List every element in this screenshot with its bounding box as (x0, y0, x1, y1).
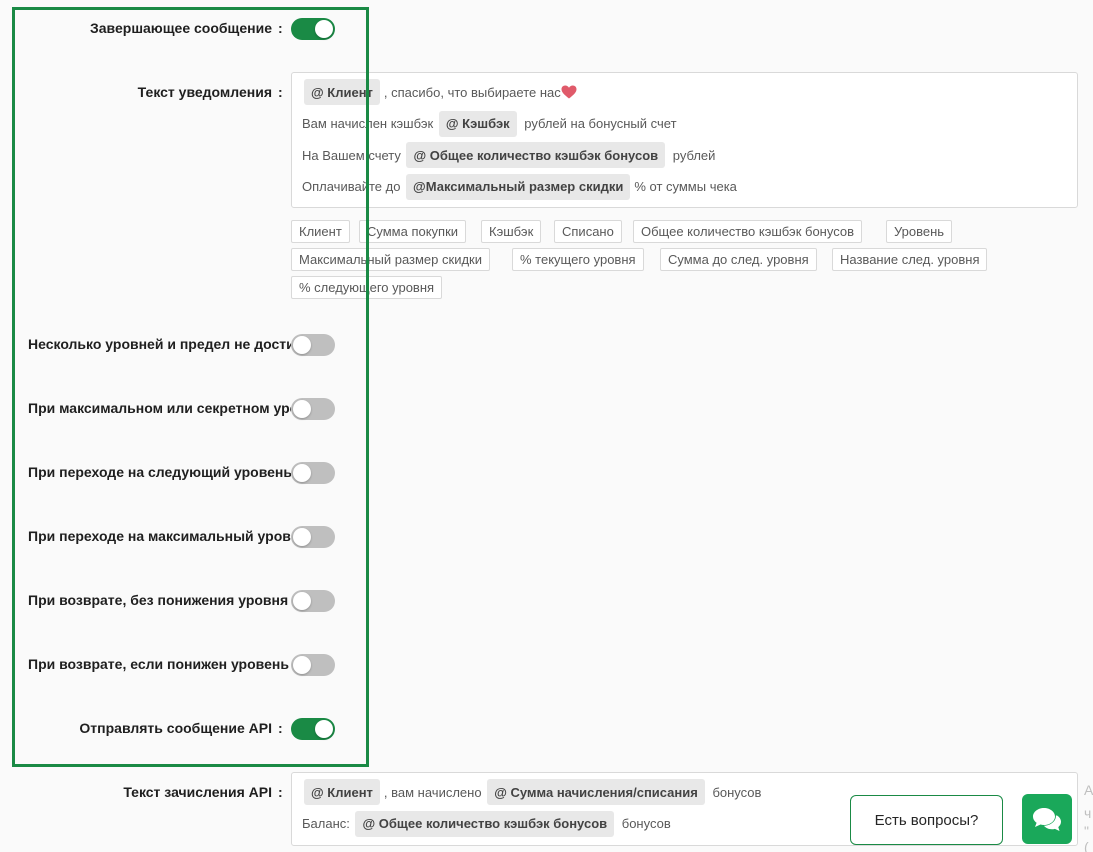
colon: : (278, 20, 283, 36)
send-api-switch[interactable] (291, 718, 335, 740)
event-toggle-switch[interactable] (291, 654, 335, 676)
switch-knob (315, 20, 333, 38)
editor-text: , спасибо, что выбираете нас (383, 84, 561, 100)
event-toggle-switch[interactable] (291, 526, 335, 548)
switch-knob (293, 400, 311, 418)
colon: : (278, 720, 283, 736)
editor-line: Баланс: @ Общее количество кэшбэк бонусо… (302, 810, 671, 837)
editor-text: % от суммы чека (634, 179, 737, 194)
variable-chip[interactable]: @ Клиент (304, 79, 380, 105)
variable-tag-button[interactable]: Общее количество кэшбэк бонусов (633, 220, 862, 243)
event-toggle-switch[interactable] (291, 590, 335, 612)
switch-knob (293, 656, 311, 674)
switch-knob (293, 528, 311, 546)
editor-line: Вам начислен кэшбэк @ Кэшбэк рублей на б… (302, 110, 677, 137)
editor-text: Оплачивайте до (302, 179, 405, 194)
variable-tag-button[interactable]: Максимальный размер скидки (291, 248, 490, 271)
variable-tag-button[interactable]: Сумма покупки (359, 220, 467, 243)
event-toggle-label: При возврате, если понижен уровень (28, 656, 289, 672)
edge-text: "( (1084, 823, 1089, 852)
editor-text: рублей на бонусный счет (520, 116, 677, 131)
edge-text: А (1084, 782, 1093, 798)
variable-tag-button[interactable]: Название след. уровня (832, 248, 988, 271)
editor-line: На Вашем счету @ Общее количество кэшбэк… (302, 142, 715, 168)
editor-text: бонусов (618, 816, 671, 831)
chat-button[interactable] (1022, 794, 1072, 844)
notification-text-label: Текст уведомления (137, 84, 272, 100)
event-toggle-switch[interactable] (291, 462, 335, 484)
editor-line: Оплачивайте до @Максимальный размер скид… (302, 173, 737, 200)
switch-knob (315, 720, 333, 738)
variable-chip[interactable]: @ Кэшбэк (438, 110, 517, 137)
final-message-label: Завершающее сообщение (90, 20, 272, 36)
chat-icon (1033, 808, 1061, 831)
edge-text: ч (1084, 805, 1092, 821)
switch-knob (293, 336, 311, 354)
colon: : (278, 84, 283, 100)
variable-chip[interactable]: @ Общее количество кэшбэк бонусов (355, 810, 615, 837)
settings-panel: Завершающее сообщение : Текст уведомлени… (0, 0, 1093, 852)
event-toggle-label: Несколько уровней и предел не достигнут (28, 336, 291, 352)
variable-chip[interactable]: @Максимальный размер скидки (406, 173, 631, 200)
event-toggle-label: При возврате, без понижения уровня (28, 592, 289, 608)
editor-text: На Вашем счету (302, 147, 405, 163)
editor-text: бонусов (708, 784, 762, 800)
event-toggle-label: При переходе на максимальный уровень (28, 528, 291, 544)
variable-tag-button[interactable]: Уровень (886, 220, 953, 243)
editor-line: @ Клиент, спасибо, что выбираете нас (302, 79, 577, 105)
help-button[interactable]: Есть вопросы? (850, 795, 1003, 845)
notification-text-editor[interactable]: @ Клиент, спасибо, что выбираете нас Вам … (291, 72, 1078, 208)
variable-chip[interactable]: @ Клиент (304, 779, 380, 805)
variable-chip[interactable]: @ Сумма начисления/списания (487, 779, 705, 805)
variable-tag-button[interactable]: Клиент (291, 220, 350, 243)
variable-tag-button[interactable]: % следующего уровня (291, 276, 443, 299)
variable-tag-button[interactable]: Списано (554, 220, 622, 243)
variable-tag-button[interactable]: % текущего уровня (512, 248, 644, 271)
editor-text: Вам начислен кэшбэк (302, 116, 437, 131)
editor-text: Баланс: (302, 816, 354, 831)
variable-tag-button[interactable]: Сумма до след. уровня (660, 248, 817, 271)
editor-line: @ Клиент, вам начислено @ Сумма начислен… (302, 779, 761, 805)
colon: : (278, 784, 283, 800)
editor-text: рублей (669, 147, 716, 163)
api-text-label: Текст зачисления API (123, 784, 272, 800)
final-message-switch[interactable] (291, 18, 335, 40)
variable-tag-button[interactable]: Кэшбэк (481, 220, 542, 243)
event-toggle-switch[interactable] (291, 398, 335, 420)
variable-chip[interactable]: @ Общее количество кэшбэк бонусов (406, 142, 666, 168)
send-api-label: Отправлять сообщение API (79, 720, 272, 736)
switch-knob (293, 592, 311, 610)
editor-text: , вам начислено (383, 784, 486, 800)
heart-icon (561, 85, 577, 99)
event-toggle-switch[interactable] (291, 334, 335, 356)
switch-knob (293, 464, 311, 482)
event-toggle-label: При максимальном или секретном уровне (28, 400, 291, 416)
event-toggle-label: При переходе на следующий уровень (28, 464, 291, 480)
